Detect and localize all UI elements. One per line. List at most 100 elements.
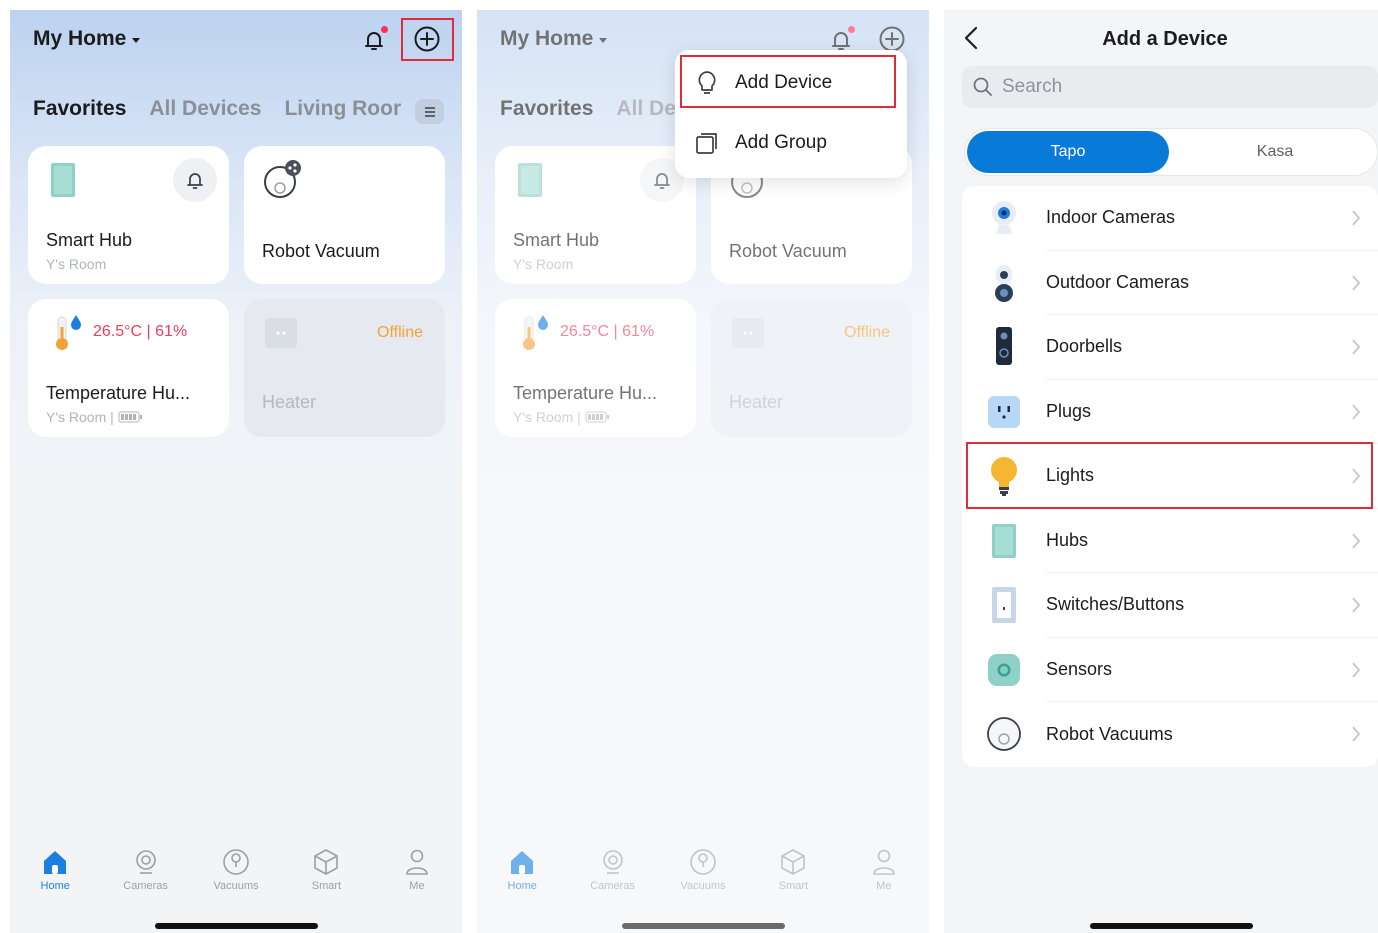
menu-add-device[interactable]: Add Device <box>675 53 907 113</box>
tab-kasa[interactable]: Kasa <box>1175 131 1375 173</box>
home-indicator <box>1090 923 1253 929</box>
light-bulb-icon <box>991 457 1017 497</box>
cube-icon <box>314 849 339 875</box>
group-icon <box>696 133 717 154</box>
category-lights[interactable]: Lights <box>962 444 1378 509</box>
switch-icon <box>992 587 1016 624</box>
nav-label: Home <box>40 880 70 892</box>
chevron-right-icon <box>1352 726 1361 742</box>
chevron-right-icon <box>1352 274 1361 291</box>
page-title: Add a Device <box>1102 28 1228 50</box>
add-menu-popup: Add Device Add Group <box>675 50 907 178</box>
tab-favorites[interactable]: Favorites <box>33 97 126 121</box>
tab-all-devices[interactable]: All Devices <box>149 97 261 121</box>
caret-down-icon <box>132 37 141 43</box>
category-label: Sensors <box>1046 638 1378 702</box>
category-label: Switches/Buttons <box>1046 573 1378 638</box>
category-sensors[interactable]: Sensors <box>962 638 1378 702</box>
notification-dot <box>381 26 388 33</box>
hub-alarm-bell-icon[interactable] <box>173 158 217 202</box>
indoor-camera-icon <box>992 201 1016 235</box>
offline-status: Offline <box>377 324 423 341</box>
device-card-temperature[interactable]: 26.5°C | 61% Temperature Hu... Y's Room … <box>28 299 229 437</box>
chevron-right-icon <box>1352 468 1361 484</box>
search-input[interactable]: Search <box>962 66 1378 108</box>
category-plugs[interactable]: Plugs <box>962 380 1378 444</box>
device-category-list: Indoor Cameras Outdoor Cameras Doorbells… <box>962 186 1378 767</box>
home-indicator <box>155 923 318 929</box>
temperature-reading: 26.5°C | 61% <box>93 323 188 340</box>
device-card-heater[interactable]: Offline Heater <box>244 299 445 437</box>
device-name: Temperature Hu... <box>46 383 191 403</box>
plug-icon <box>988 395 1020 428</box>
category-hubs[interactable]: Hubs <box>962 509 1378 573</box>
nav-smart[interactable]: Smart <box>281 847 371 907</box>
category-indoor-cameras[interactable]: Indoor Cameras <box>962 186 1378 251</box>
brand-segmented-control: Tapo Kasa <box>964 128 1378 176</box>
device-name: Heater <box>262 392 317 412</box>
nav-home[interactable]: Home <box>10 847 100 907</box>
chevron-right-icon <box>1352 403 1361 420</box>
battery-icon <box>118 411 142 423</box>
add-device-header: Add a Device <box>944 10 1378 68</box>
device-name: Robot Vacuum <box>262 241 380 261</box>
chevron-right-icon <box>1352 532 1361 549</box>
chevron-right-icon <box>1352 210 1361 226</box>
category-label: Hubs <box>1046 509 1378 573</box>
search-icon <box>973 77 992 96</box>
home-screen: My Home Favorites All Devices Living Roo… <box>10 10 462 933</box>
chevron-right-icon <box>1352 597 1361 613</box>
bulb-icon <box>698 71 716 94</box>
category-outdoor-cameras[interactable]: Outdoor Cameras <box>962 251 1378 315</box>
device-room: Y's Room <box>46 256 107 272</box>
device-name: Smart Hub <box>46 230 133 250</box>
device-card-smart-hub[interactable]: Smart Hub Y's Room <box>28 146 229 284</box>
chevron-right-icon <box>1352 661 1361 678</box>
outdoor-camera-icon <box>995 264 1013 302</box>
hub-icon <box>992 523 1016 558</box>
vacuum-icon <box>223 849 249 875</box>
tabs-menu-icon[interactable] <box>415 99 444 124</box>
category-doorbells[interactable]: Doorbells <box>962 315 1378 380</box>
heater-icon <box>265 318 297 348</box>
device-card-robot-vacuum[interactable]: Robot Vacuum <box>244 146 445 284</box>
nav-label: Me <box>409 880 425 892</box>
category-robot-vacuums[interactable]: Robot Vacuums <box>962 702 1378 767</box>
bottom-nav: Home Cameras Vacuums Smart Me <box>10 847 462 907</box>
device-room: Y's Room | <box>46 409 114 425</box>
add-device-screen: Add a Device Search Tapo Kasa Indoor Cam… <box>944 10 1378 933</box>
category-switches-buttons[interactable]: Switches/Buttons <box>962 573 1378 638</box>
menu-label: Add Group <box>735 132 827 153</box>
tab-living-room[interactable]: Living Roor <box>284 97 401 121</box>
device-room-battery: Y's Room | <box>46 409 142 425</box>
home-selector[interactable]: My Home <box>33 27 141 51</box>
sensor-icon <box>988 653 1020 686</box>
category-label: Plugs <box>1046 380 1378 444</box>
category-label: Outdoor Cameras <box>1046 251 1378 315</box>
nav-vacuums[interactable]: Vacuums <box>191 847 281 907</box>
category-label: Robot Vacuums <box>1046 723 1173 744</box>
nav-me[interactable]: Me <box>372 847 462 907</box>
menu-label: Add Device <box>735 72 833 93</box>
home-icon <box>44 851 67 874</box>
tab-tapo[interactable]: Tapo <box>967 131 1169 173</box>
robot-vacuum-icon <box>987 717 1021 752</box>
thermometer-icon <box>56 315 81 350</box>
nav-cameras[interactable]: Cameras <box>100 847 190 907</box>
category-label: Doorbells <box>1046 315 1378 380</box>
home-title: My Home <box>33 27 127 50</box>
menu-add-group[interactable]: Add Group <box>675 113 907 173</box>
camera-icon <box>135 850 156 874</box>
doorbell-icon <box>996 327 1012 366</box>
nav-label: Smart <box>311 880 342 892</box>
add-plus-icon[interactable] <box>412 24 442 54</box>
notification-bell-icon[interactable] <box>360 26 388 54</box>
search-placeholder: Search <box>1002 76 1063 97</box>
home-screen-menu: My Home Favorites All De Smart Hub Y's R… <box>477 10 929 933</box>
smart-hub-icon <box>51 163 75 197</box>
nav-label: Vacuums <box>213 880 259 892</box>
person-icon <box>406 849 428 875</box>
category-label: Lights <box>1046 444 1378 509</box>
room-tabs: Favorites All Devices Living Roor <box>33 97 401 121</box>
robot-vacuum-icon <box>264 160 301 198</box>
